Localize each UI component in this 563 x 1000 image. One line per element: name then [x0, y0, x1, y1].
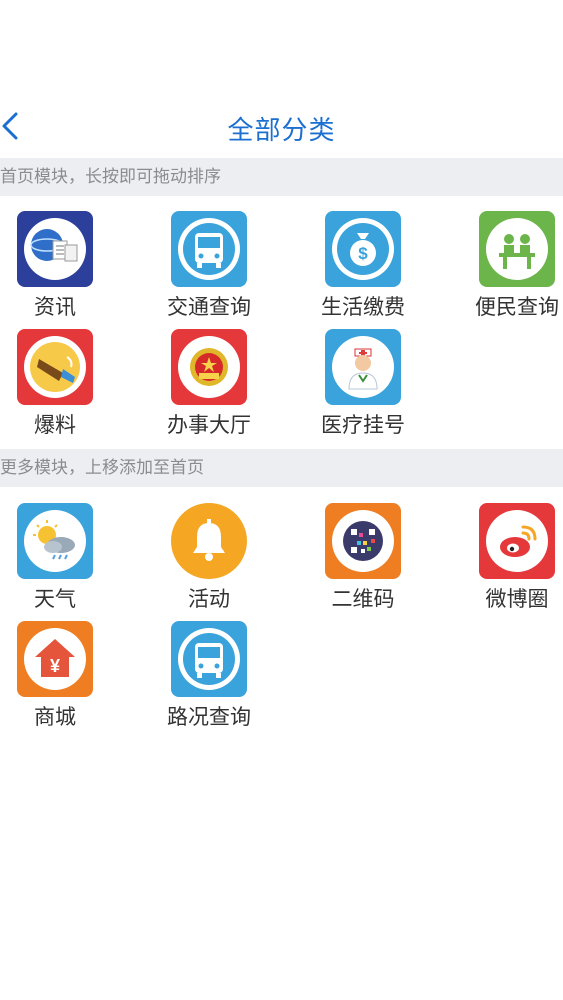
module-weather[interactable]: 天气: [0, 503, 120, 613]
module-label: 二维码: [331, 587, 395, 611]
home-modules-hint: 首页模块，长按即可拖动排序: [0, 158, 563, 196]
module-traffic-query[interactable]: 交通查询: [144, 211, 274, 321]
more-modules-hint: 更多模块，上移添加至首页: [0, 449, 563, 487]
module-label: 资讯: [34, 295, 76, 319]
module-mall[interactable]: ¥ 商城: [0, 621, 120, 731]
money-bag-icon: $: [325, 211, 401, 287]
service-counter-icon: [479, 211, 555, 287]
module-label: 爆料: [34, 413, 76, 437]
module-bill-payment[interactable]: $ 生活缴费: [298, 211, 428, 321]
svg-text:$: $: [358, 244, 368, 263]
module-medical-registration[interactable]: 医疗挂号: [298, 329, 428, 439]
module-road-conditions[interactable]: 路况查询: [144, 621, 274, 731]
module-label: 天气: [34, 587, 76, 611]
module-public-query[interactable]: 便民查询: [452, 211, 563, 321]
bell-icon: [171, 503, 247, 579]
module-activity[interactable]: 活动: [144, 503, 274, 613]
module-label: 生活缴费: [321, 295, 405, 319]
module-label: 路况查询: [167, 705, 251, 729]
module-label: 便民查询: [475, 295, 559, 319]
shop-house-icon: ¥: [17, 621, 93, 697]
bus-icon: [171, 211, 247, 287]
national-emblem-icon: [171, 329, 247, 405]
module-label: 交通查询: [167, 295, 251, 319]
page-title: 全部分类: [227, 116, 336, 146]
module-news[interactable]: 资讯: [0, 211, 120, 321]
weibo-icon: [479, 503, 555, 579]
module-label: 医疗挂号: [321, 413, 405, 437]
qr-code-icon: [325, 503, 401, 579]
module-qr-code[interactable]: 二维码: [298, 503, 428, 613]
module-label: 商城: [34, 705, 76, 729]
weather-icon: [17, 503, 93, 579]
svg-text:¥: ¥: [50, 656, 60, 676]
megaphone-icon: [17, 329, 93, 405]
news-icon: [17, 211, 93, 287]
top-nav-bar: 全部分类: [0, 100, 563, 155]
module-weibo[interactable]: 微博圈: [452, 503, 563, 613]
module-service-hall[interactable]: 办事大厅: [144, 329, 274, 439]
module-label: 活动: [188, 587, 230, 611]
module-tip-off[interactable]: 爆料: [0, 329, 120, 439]
nurse-icon: [325, 329, 401, 405]
bus-icon: [171, 621, 247, 697]
module-label: 微博圈: [485, 587, 549, 611]
module-label: 办事大厅: [167, 413, 251, 437]
